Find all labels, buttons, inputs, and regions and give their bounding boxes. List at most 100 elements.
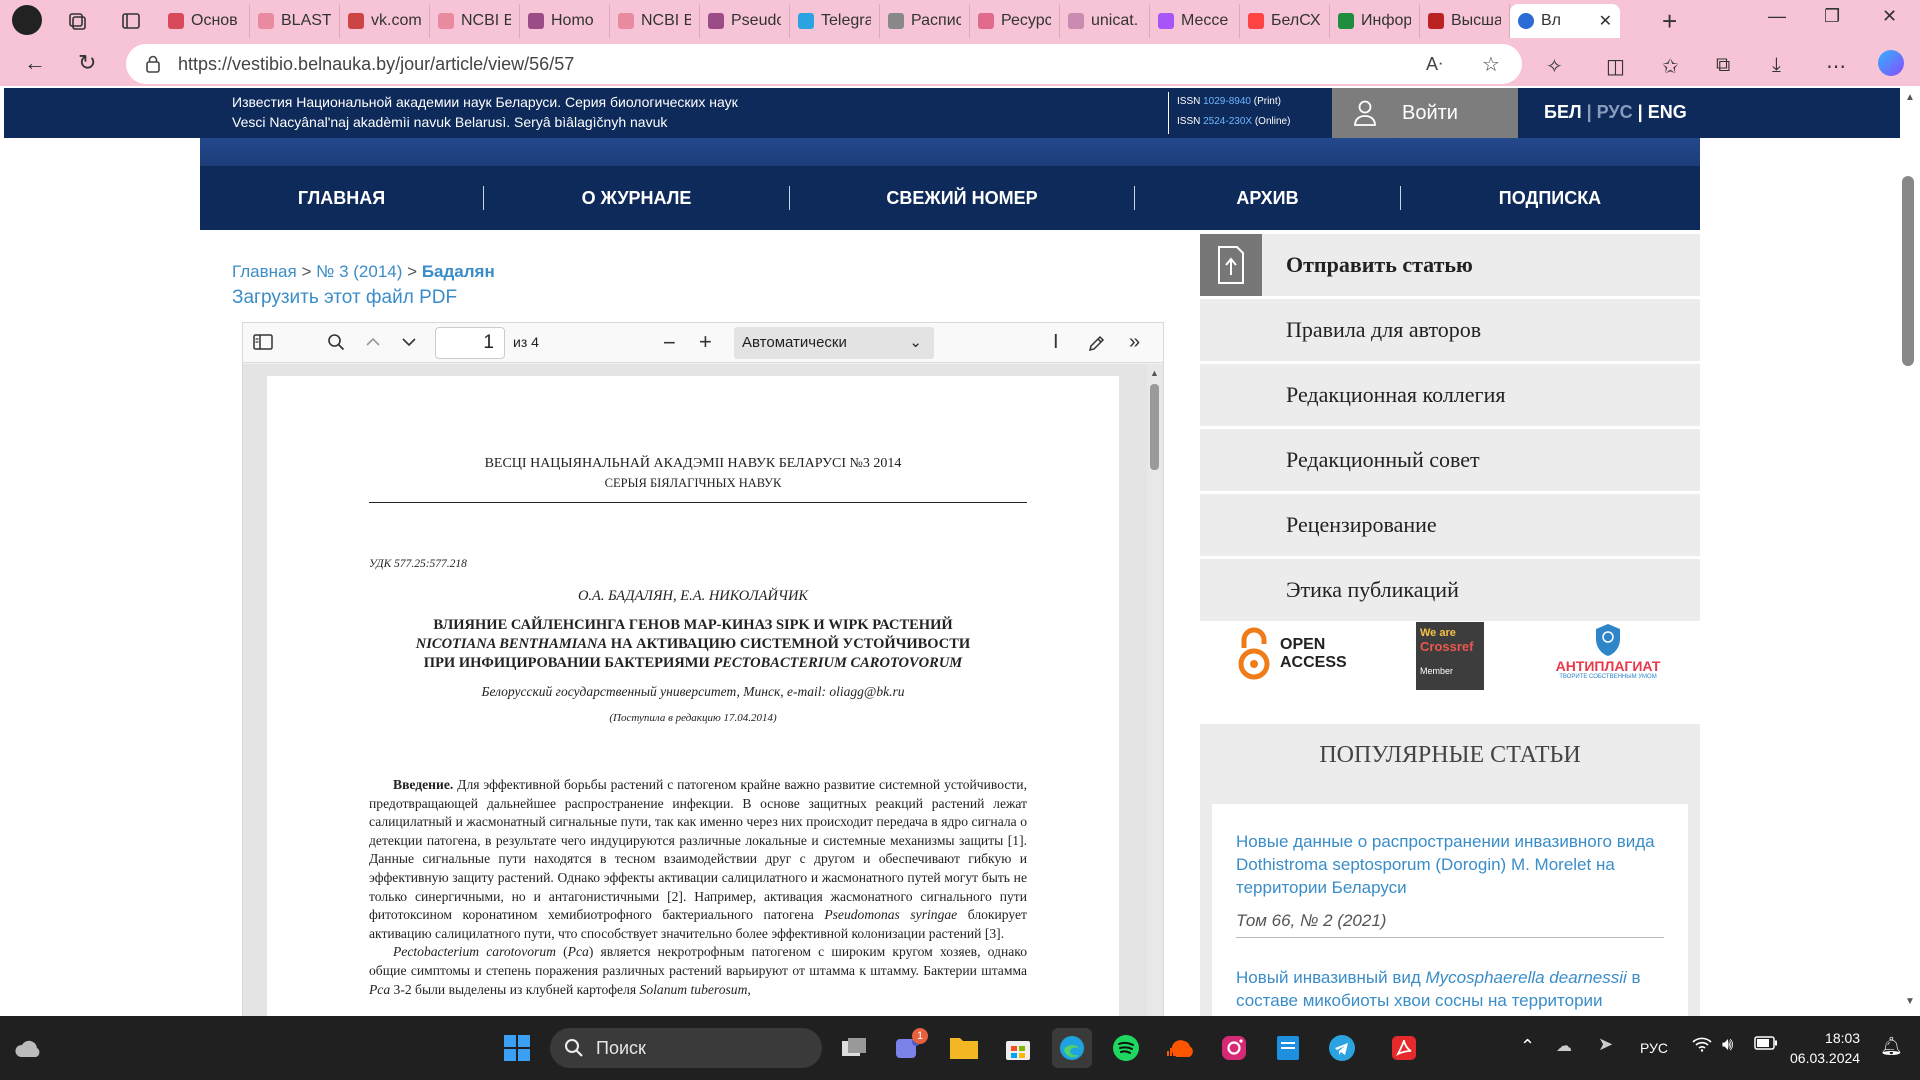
zoom-select[interactable]: Автоматически ⌄ (734, 327, 934, 359)
browser-tab[interactable]: NCBI B (430, 4, 520, 38)
browser-tab[interactable]: unicat. (1060, 4, 1150, 38)
download-pdf-link[interactable]: Загрузить этот файл PDF (232, 287, 457, 309)
sidebar-editorial-council[interactable]: Редакционный совет (1200, 429, 1700, 491)
browser-tab[interactable]: Распис (880, 4, 970, 38)
breadcrumb-current[interactable]: Бадалян (422, 262, 495, 281)
page-scrollbar-thumb[interactable] (1902, 176, 1914, 366)
sidebar-editorial-board[interactable]: Редакционная коллегия (1200, 364, 1700, 426)
microsoft-store-icon[interactable] (998, 1028, 1038, 1068)
url-text[interactable]: https://vestibio.belnauka.by/jour/articl… (178, 54, 574, 75)
pdf-scrollbar[interactable]: ▲ (1147, 364, 1163, 1021)
minimize-icon[interactable]: — (1768, 6, 1786, 27)
app-icon[interactable] (1268, 1028, 1308, 1068)
browser-tab[interactable]: BLAST: (250, 4, 340, 38)
sidebar-submit-article[interactable]: Отправить статью (1200, 234, 1700, 296)
sidebar-publication-ethics[interactable]: Этика публикаций (1200, 559, 1700, 621)
refresh-icon[interactable]: ↻ (78, 50, 96, 76)
browser-tab[interactable]: Telegra (790, 4, 880, 38)
acrobat-icon[interactable] (1384, 1028, 1424, 1068)
new-tab-icon[interactable]: + (1662, 6, 1677, 37)
copilot-icon[interactable] (1878, 50, 1904, 76)
nav-home[interactable]: ГЛАВНАЯ (200, 188, 483, 209)
back-icon[interactable]: ← (24, 50, 46, 76)
nav-subscription[interactable]: ПОДПИСКА (1401, 188, 1699, 209)
favorites-icon[interactable]: ✩ (1662, 54, 1679, 79)
favorite-star-icon[interactable]: ☆ (1482, 52, 1500, 77)
nav-current-issue[interactable]: СВЕЖИЙ НОМЕР (790, 188, 1134, 209)
page-number-input[interactable]: 1 (435, 327, 505, 359)
browser-tab-active[interactable]: Вл ✕ (1510, 4, 1620, 38)
text-cursor-icon[interactable]: I (1053, 331, 1059, 354)
wifi-icon[interactable] (1692, 1036, 1712, 1052)
pdf-scrollbar-thumb[interactable] (1150, 384, 1159, 470)
browser-tab[interactable]: Основ (160, 4, 250, 38)
crossref-logo[interactable]: We are Crossref Member (1416, 622, 1484, 690)
browser-tab[interactable]: Homo (520, 4, 610, 38)
cloud-sync-icon[interactable]: ☁ (1556, 1036, 1572, 1056)
nav-archive[interactable]: АРХИВ (1135, 188, 1400, 209)
browser-tab[interactable]: Pseudo (700, 4, 790, 38)
sidebar-author-rules[interactable]: Правила для авторов (1200, 299, 1700, 361)
taskbar-search[interactable]: Поиск (550, 1028, 822, 1068)
issn-online[interactable]: 2524-230X (1203, 116, 1252, 127)
send-icon[interactable]: ➤ (1598, 1034, 1613, 1055)
scroll-down-arrow[interactable]: ▼ (1905, 996, 1915, 1007)
draw-pen-icon[interactable] (1087, 333, 1107, 353)
read-aloud-icon[interactable]: Aᐧ (1426, 54, 1443, 75)
settings-more-icon[interactable]: ⋯ (1826, 54, 1846, 79)
volume-icon[interactable]: 🔊︎ (1722, 1034, 1733, 1055)
search-icon[interactable] (327, 333, 345, 351)
profile-avatar[interactable] (12, 5, 42, 35)
lang-rus[interactable]: РУС (1597, 102, 1633, 122)
close-tab-icon[interactable]: ✕ (1599, 11, 1612, 31)
extensions-icon[interactable]: ✧ (1546, 54, 1563, 79)
weather-icon[interactable] (8, 1028, 48, 1068)
workspaces-icon[interactable] (64, 8, 90, 34)
antiplagiat-logo[interactable]: АНТИПЛАГИАТ ТВОРИТЕ СОБСТВЕННЫМ УМОМ (1548, 622, 1668, 680)
more-tools-icon[interactable]: » (1129, 331, 1140, 354)
chevron-down-icon[interactable] (401, 333, 417, 351)
scroll-up-arrow[interactable]: ▲ (1905, 92, 1915, 103)
start-windows-icon[interactable] (497, 1028, 537, 1068)
breadcrumb-home[interactable]: Главная (232, 262, 297, 281)
file-explorer-icon[interactable] (944, 1028, 984, 1068)
browser-tab[interactable]: Ресурс (970, 4, 1060, 38)
browser-tab[interactable]: NCBI B (610, 4, 700, 38)
issn-print[interactable]: 1029-8940 (1203, 96, 1251, 107)
chevron-up-icon[interactable] (365, 333, 381, 351)
login-button[interactable]: Войти (1332, 88, 1518, 138)
system-clock[interactable]: 18:03 06.03.2024 (1790, 1028, 1860, 1068)
browser-tab[interactable]: БелСХ (1240, 4, 1330, 38)
sidebar-reviewing[interactable]: Рецензирование (1200, 494, 1700, 556)
collections-icon[interactable]: ⧉ (1716, 54, 1730, 77)
sidebar-toggle-icon[interactable] (253, 333, 273, 351)
telegram-icon[interactable] (1322, 1028, 1362, 1068)
close-window-icon[interactable]: ✕ (1882, 6, 1897, 27)
tab-actions-icon[interactable] (118, 8, 144, 34)
browser-tab[interactable]: Высша (1420, 4, 1510, 38)
browser-tab[interactable]: vk.com (340, 4, 430, 38)
browser-tab[interactable]: Мессе (1150, 4, 1240, 38)
restore-icon[interactable]: ❐ (1824, 6, 1840, 27)
downloads-icon[interactable]: ⤓ (1772, 54, 1781, 77)
lang-eng[interactable]: ENG (1648, 102, 1687, 122)
spotify-icon[interactable] (1106, 1028, 1146, 1068)
zoom-in-icon[interactable]: + (699, 329, 712, 355)
edge-browser-icon[interactable] (1052, 1028, 1092, 1068)
lang-bel[interactable]: БЕЛ (1544, 102, 1582, 122)
address-bar[interactable]: https://vestibio.belnauka.by/jour/articl… (126, 44, 1522, 84)
battery-icon[interactable] (1754, 1036, 1778, 1050)
teams-icon[interactable]: 1 (888, 1028, 928, 1068)
instagram-icon[interactable] (1214, 1028, 1254, 1068)
breadcrumb-issue[interactable]: № 3 (2014) (316, 262, 402, 281)
nav-about[interactable]: О ЖУРНАЛЕ (484, 188, 789, 209)
popular-article-link[interactable]: Новый инвазивный вид Mycosphaerella dear… (1236, 966, 1664, 1012)
scroll-up-arrow[interactable]: ▲ (1150, 368, 1159, 378)
zoom-out-icon[interactable]: − (663, 330, 676, 356)
task-view-icon[interactable] (834, 1028, 874, 1068)
input-language[interactable]: РУС (1640, 1040, 1668, 1056)
show-hidden-icons-chevron[interactable]: ⌃ (1520, 1036, 1535, 1057)
pdf-canvas[interactable]: ВЕСЦІ НАЦЫЯНАЛЬНАЙ АКАДЭМІІ НАВУК БЕЛАРУ… (243, 364, 1163, 1021)
soundcloud-icon[interactable] (1160, 1028, 1200, 1068)
notifications-bell-icon[interactable]: 🔔︎ (1880, 1036, 1903, 1057)
